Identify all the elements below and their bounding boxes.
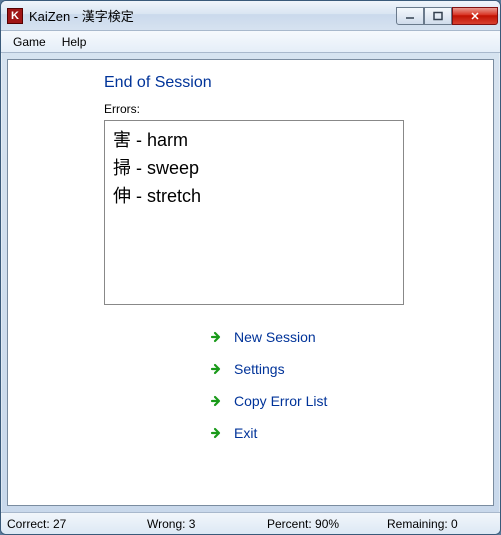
exit-link[interactable]: Exit xyxy=(208,425,473,441)
menu-game[interactable]: Game xyxy=(5,33,54,51)
minimize-button[interactable] xyxy=(396,7,424,25)
status-wrong: Wrong: 3 xyxy=(147,517,267,531)
error-item: 伸 - stretch xyxy=(113,183,395,211)
window-title: KaiZen - 漢字検定 xyxy=(29,6,396,25)
action-label: Copy Error List xyxy=(234,393,327,409)
new-session-link[interactable]: New Session xyxy=(208,329,473,345)
arrow-right-icon xyxy=(208,425,224,441)
titlebar[interactable]: K KaiZen - 漢字検定 xyxy=(1,1,500,31)
status-percent: Percent: 90% xyxy=(267,517,387,531)
arrow-right-icon xyxy=(208,361,224,377)
menu-help[interactable]: Help xyxy=(54,33,95,51)
arrow-right-icon xyxy=(208,329,224,345)
action-label: Settings xyxy=(234,361,285,377)
statusbar: Correct: 27 Wrong: 3 Percent: 90% Remain… xyxy=(1,512,500,534)
app-icon: K xyxy=(7,8,23,24)
arrow-right-icon xyxy=(208,393,224,409)
error-item: 害 - harm xyxy=(113,127,395,155)
client-area: End of Session Errors: 害 - harm 掃 - swee… xyxy=(7,59,494,506)
error-item: 掃 - sweep xyxy=(113,155,395,183)
app-window: K KaiZen - 漢字検定 Game Help End of Session… xyxy=(0,0,501,535)
copy-error-list-link[interactable]: Copy Error List xyxy=(208,393,473,409)
session-heading: End of Session xyxy=(104,74,473,92)
settings-link[interactable]: Settings xyxy=(208,361,473,377)
errors-list: 害 - harm 掃 - sweep 伸 - stretch xyxy=(104,120,404,305)
errors-label: Errors: xyxy=(104,102,473,116)
window-controls xyxy=(396,7,498,25)
close-button[interactable] xyxy=(452,7,498,25)
status-remaining: Remaining: 0 xyxy=(387,517,458,531)
action-label: New Session xyxy=(234,329,316,345)
menubar: Game Help xyxy=(1,31,500,53)
status-correct: Correct: 27 xyxy=(7,517,147,531)
maximize-button[interactable] xyxy=(424,7,452,25)
actions-list: New Session Settings Copy Error List Exi… xyxy=(208,329,473,441)
action-label: Exit xyxy=(234,425,257,441)
